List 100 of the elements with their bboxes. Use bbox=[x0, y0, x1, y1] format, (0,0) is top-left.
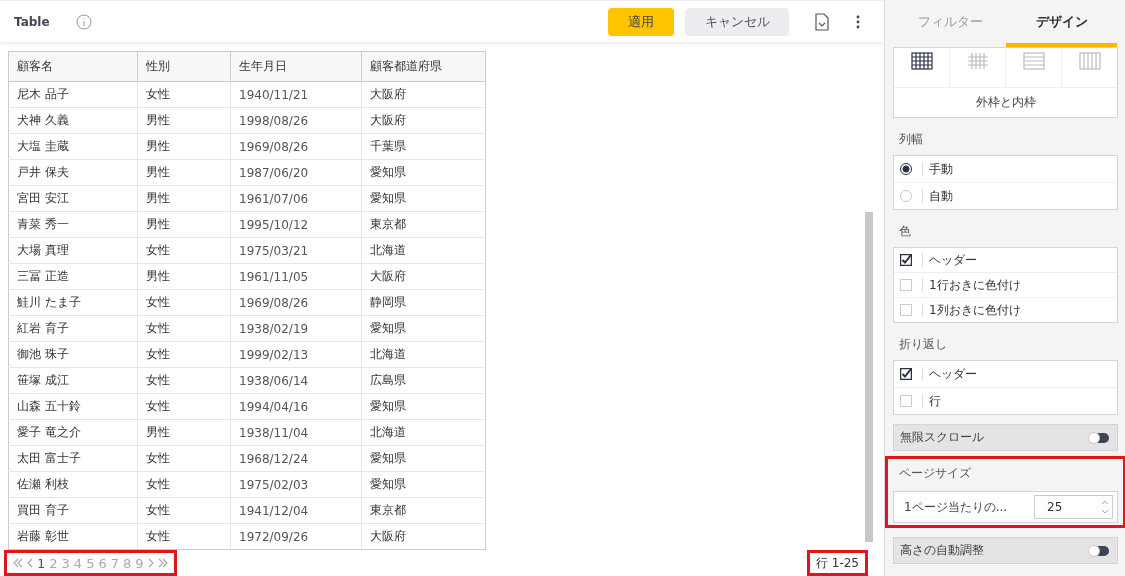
table-cell: 広島県 bbox=[361, 367, 486, 394]
table-cell: 男性 bbox=[137, 211, 231, 238]
table-cell: 1961/11/05 bbox=[230, 263, 362, 290]
option-label: 自動 bbox=[922, 189, 953, 203]
table-cell: 1987/06/20 bbox=[230, 159, 362, 186]
table-cell: 1975/02/03 bbox=[230, 471, 362, 498]
table-cell: 大塩 圭蔵 bbox=[8, 133, 138, 160]
column-header[interactable]: 顧客名 bbox=[8, 51, 138, 82]
option-label: 1列おきに色付け bbox=[922, 303, 1021, 317]
table-cell: 青菜 秀一 bbox=[8, 211, 138, 238]
table-cell: 女性 bbox=[137, 341, 231, 368]
table-cell: 犬神 久義 bbox=[8, 107, 138, 134]
previous-page-icon[interactable] bbox=[27, 558, 33, 568]
page-number[interactable]: 1 bbox=[37, 555, 46, 571]
table-cell: 女性 bbox=[137, 237, 231, 264]
apply-button[interactable]: 適用 bbox=[608, 7, 674, 36]
table-cell: 東京都 bbox=[361, 211, 486, 238]
next-page-icon[interactable] bbox=[147, 558, 154, 568]
cancel-button[interactable]: キャンセル bbox=[685, 7, 789, 36]
table-cell: 愛知県 bbox=[361, 393, 486, 420]
checkbox[interactable] bbox=[900, 254, 912, 266]
scrollbar[interactable] bbox=[865, 212, 873, 542]
table-cell: 大阪府 bbox=[361, 107, 486, 134]
table-cell: 愛子 竜之介 bbox=[8, 419, 138, 446]
table-cell: 愛知県 bbox=[361, 159, 486, 186]
table-cell: 女性 bbox=[137, 523, 231, 550]
table-cell: 1969/08/26 bbox=[230, 133, 362, 160]
section-label: 折り返し bbox=[898, 336, 948, 353]
first-page-icon[interactable] bbox=[13, 558, 23, 568]
table-cell: 尼木 品子 bbox=[8, 81, 138, 108]
table-cell: 男性 bbox=[137, 107, 231, 134]
option-label: 1行おきに色付け bbox=[922, 278, 1021, 292]
info-icon[interactable] bbox=[75, 13, 92, 30]
table-cell: 女性 bbox=[137, 445, 231, 472]
field-label: 1ページ当たりの... bbox=[904, 498, 1008, 516]
table-cell: 宮田 安江 bbox=[8, 185, 138, 212]
table-cell: 愛知県 bbox=[361, 445, 486, 472]
setting-label: 無限スクロール bbox=[900, 429, 984, 446]
toggle-switch[interactable] bbox=[1089, 432, 1109, 443]
horizontal-lines-icon[interactable] bbox=[1022, 52, 1045, 70]
table-cell: 1972/09/26 bbox=[230, 523, 362, 550]
section-label: 色 bbox=[898, 223, 912, 240]
table-cell: 北海道 bbox=[361, 237, 486, 264]
table-cell: 1975/03/21 bbox=[230, 237, 362, 264]
table-cell: 1938/02/19 bbox=[230, 315, 362, 342]
table-cell: 女性 bbox=[137, 289, 231, 316]
table-cell: 山森 五十鈴 bbox=[8, 393, 138, 420]
table-cell: 太田 富士子 bbox=[8, 445, 138, 472]
number-field[interactable]: 25 bbox=[1034, 495, 1113, 519]
more-icon[interactable] bbox=[856, 14, 860, 29]
table-cell: 三冨 正造 bbox=[8, 263, 138, 290]
grid-icon[interactable] bbox=[910, 52, 933, 70]
option-label: 行 bbox=[922, 394, 941, 408]
table-cell: 1961/07/06 bbox=[230, 185, 362, 212]
table-cell: 女性 bbox=[137, 471, 231, 498]
table-cell: 1938/11/04 bbox=[230, 419, 362, 446]
border-style-label: 外枠と内枠 bbox=[974, 94, 1037, 111]
table-cell: 男性 bbox=[137, 133, 231, 160]
table-cell: 1994/04/16 bbox=[230, 393, 362, 420]
radio-button[interactable] bbox=[900, 163, 912, 175]
table-cell: 愛知県 bbox=[361, 315, 486, 342]
table-cell: 北海道 bbox=[361, 419, 486, 446]
table-cell: 女性 bbox=[137, 393, 231, 420]
table-cell: 1941/12/04 bbox=[230, 497, 362, 524]
column-header[interactable]: 生年月日 bbox=[230, 51, 362, 82]
table-cell: 女性 bbox=[137, 81, 231, 108]
table-cell: 1999/02/13 bbox=[230, 341, 362, 368]
table-cell: 1969/08/26 bbox=[230, 289, 362, 316]
section-label: 列幅 bbox=[898, 131, 924, 148]
table-cell: 1938/06/14 bbox=[230, 367, 362, 394]
section-label: ページサイズ bbox=[898, 465, 972, 482]
toggle-switch[interactable] bbox=[1089, 545, 1109, 556]
table-cell: 1998/08/26 bbox=[230, 107, 362, 134]
page-title: Table bbox=[14, 14, 50, 29]
column-header[interactable]: 顧客都道府県 bbox=[361, 51, 486, 82]
vertical-lines-icon[interactable] bbox=[1078, 52, 1101, 70]
column-header[interactable]: 性別 bbox=[137, 51, 231, 82]
table-cell: 1968/12/24 bbox=[230, 445, 362, 472]
option-label: ヘッダー bbox=[922, 253, 977, 267]
table-cell: 男性 bbox=[137, 159, 231, 186]
table-cell: 大阪府 bbox=[361, 523, 486, 550]
document-check-icon[interactable] bbox=[814, 12, 830, 31]
spinner-arrows-icon[interactable] bbox=[1101, 498, 1109, 516]
option-label: 手動 bbox=[922, 162, 953, 176]
last-page-icon[interactable] bbox=[157, 558, 168, 568]
table-cell: 女性 bbox=[137, 367, 231, 394]
table-cell: 御池 珠子 bbox=[8, 341, 138, 368]
table-cell: 東京都 bbox=[361, 497, 486, 524]
checkbox[interactable] bbox=[900, 368, 912, 380]
table-cell: 北海道 bbox=[361, 341, 486, 368]
table-cell: 女性 bbox=[137, 497, 231, 524]
table-cell: 男性 bbox=[137, 263, 231, 290]
setting-label: 高さの自動調整 bbox=[900, 542, 984, 559]
table-cell: 買田 育子 bbox=[8, 497, 138, 524]
table-cell: 1995/10/12 bbox=[230, 211, 362, 238]
table-cell: 佐瀬 利枝 bbox=[8, 471, 138, 498]
table-cell: 千葉県 bbox=[361, 133, 486, 160]
table-cell: 大阪府 bbox=[361, 81, 486, 108]
table-cell: 大阪府 bbox=[361, 263, 486, 290]
table-cell: 戸井 保夫 bbox=[8, 159, 138, 186]
